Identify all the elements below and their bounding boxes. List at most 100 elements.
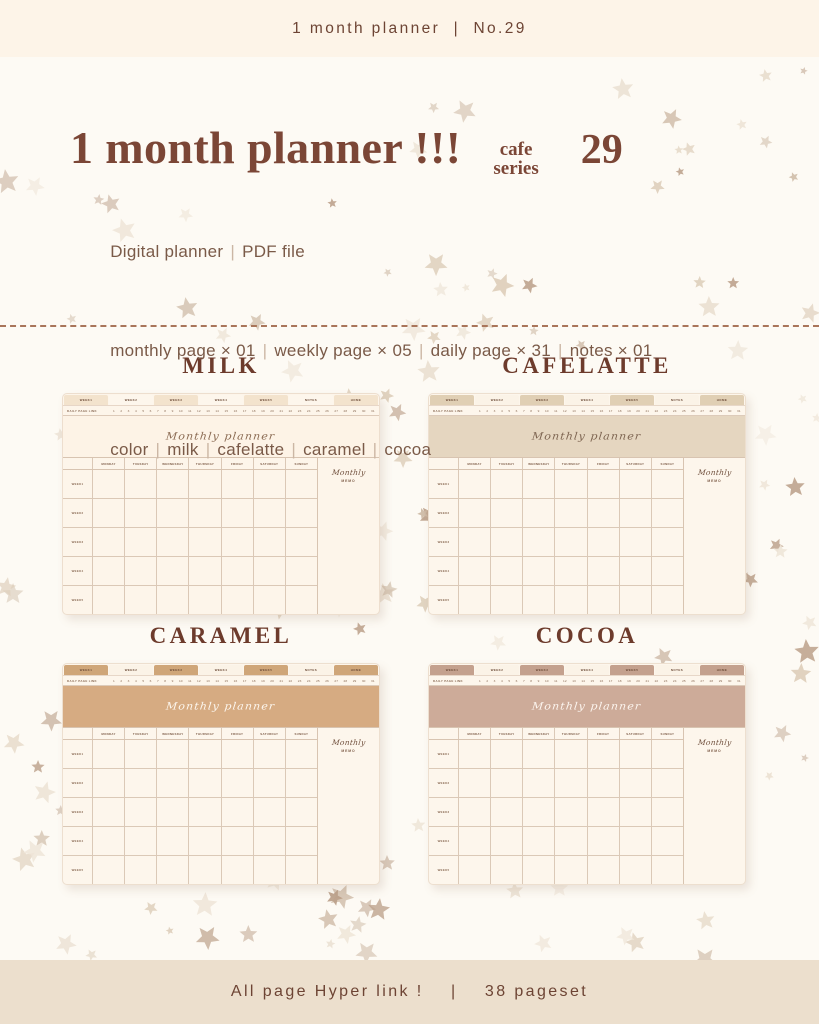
calendar-day-cell[interactable] (523, 856, 556, 884)
planner-tab-week5[interactable]: WEEK5 (610, 665, 654, 675)
calendar-day-cell[interactable] (222, 769, 254, 797)
calendar-day-cell[interactable] (652, 557, 683, 585)
calendar-day-cell[interactable] (652, 856, 683, 884)
calendar-day-cell[interactable] (93, 769, 126, 797)
calendar-day-cell[interactable] (555, 557, 588, 585)
calendar-day-cell[interactable] (189, 557, 222, 585)
calendar-day-cell[interactable] (125, 856, 158, 884)
calendar-day-cell[interactable] (588, 586, 620, 614)
calendar-day-cell[interactable] (222, 557, 254, 585)
planner-tab-home[interactable]: HOME (700, 665, 744, 675)
calendar-day-cell[interactable] (157, 769, 190, 797)
planner-tab-notes[interactable]: NOTES (289, 665, 333, 675)
week-label[interactable]: WEEK2 (63, 499, 93, 527)
calendar-day-cell[interactable] (93, 856, 126, 884)
calendar-day-cell[interactable] (222, 586, 254, 614)
calendar-day-cell[interactable] (189, 740, 222, 768)
daily-link-number[interactable]: 27 (334, 679, 338, 683)
planner-tab-week2[interactable]: WEEK2 (475, 665, 519, 675)
calendar-day-cell[interactable] (652, 769, 683, 797)
planner-card[interactable]: WEEK1 WEEK2 WEEK3 WEEK4 WEEK5 NOTES HOME DAILY … (62, 663, 380, 885)
calendar-day-cell[interactable] (222, 798, 254, 826)
calendar-day-cell[interactable] (491, 856, 524, 884)
calendar-day-cell[interactable] (125, 586, 158, 614)
calendar-day-cell[interactable] (157, 740, 190, 768)
calendar-day-cell[interactable] (491, 557, 524, 585)
calendar-day-cell[interactable] (620, 528, 652, 556)
calendar-day-cell[interactable] (620, 740, 652, 768)
calendar-day-cell[interactable] (157, 499, 190, 527)
calendar-day-cell[interactable] (652, 798, 683, 826)
calendar-day-cell[interactable] (459, 499, 492, 527)
calendar-day-cell[interactable] (523, 528, 556, 556)
monthly-memo-panel[interactable]: Monthly MEMO (683, 728, 745, 884)
daily-link-number[interactable]: 5 (508, 679, 510, 683)
daily-link-number[interactable]: 18 (252, 679, 256, 683)
calendar-day-cell[interactable] (189, 856, 222, 884)
calendar-day-cell[interactable] (588, 798, 620, 826)
calendar-day-cell[interactable] (652, 740, 683, 768)
calendar-day-cell[interactable] (491, 586, 524, 614)
week-label[interactable]: WEEK5 (63, 586, 93, 614)
calendar-day-cell[interactable] (588, 740, 620, 768)
daily-link-number[interactable]: 7 (523, 679, 525, 683)
daily-link-number[interactable]: 22 (655, 679, 659, 683)
daily-link-number[interactable]: 21 (279, 679, 283, 683)
week-label[interactable]: WEEK3 (63, 528, 93, 556)
calendar-day-cell[interactable] (93, 586, 126, 614)
calendar-day-cell[interactable] (286, 740, 317, 768)
calendar-day-cell[interactable] (189, 769, 222, 797)
daily-link-number[interactable]: 14 (215, 679, 219, 683)
calendar-day-cell[interactable] (222, 528, 254, 556)
daily-link-number[interactable]: 28 (344, 679, 348, 683)
calendar-day-cell[interactable] (222, 499, 254, 527)
calendar-day-cell[interactable] (286, 769, 317, 797)
week-label[interactable]: WEEK1 (63, 740, 93, 768)
calendar-day-cell[interactable] (523, 827, 556, 855)
daily-link-number[interactable]: 19 (627, 679, 631, 683)
calendar-day-cell[interactable] (459, 769, 492, 797)
calendar-day-cell[interactable] (254, 557, 286, 585)
calendar-day-cell[interactable] (157, 856, 190, 884)
calendar-day-cell[interactable] (157, 528, 190, 556)
calendar-day-cell[interactable] (254, 827, 286, 855)
daily-link-number[interactable]: 24 (307, 679, 311, 683)
calendar-day-cell[interactable] (523, 499, 556, 527)
calendar-day-cell[interactable] (620, 827, 652, 855)
daily-link-number[interactable]: 4 (501, 679, 503, 683)
daily-link-number[interactable]: 1 (479, 679, 481, 683)
calendar-day-cell[interactable] (620, 769, 652, 797)
calendar-day-cell[interactable] (254, 528, 286, 556)
daily-link-number[interactable]: 28 (710, 679, 714, 683)
calendar-day-cell[interactable] (555, 798, 588, 826)
daily-link-number[interactable]: 6 (150, 679, 152, 683)
daily-link-number[interactable]: 16 (234, 679, 238, 683)
calendar-day-cell[interactable] (491, 827, 524, 855)
daily-link-number[interactable]: 30 (362, 679, 366, 683)
calendar-day-cell[interactable] (459, 740, 492, 768)
daily-link-number[interactable]: 3 (128, 679, 130, 683)
calendar-day-cell[interactable] (620, 499, 652, 527)
daily-link-number[interactable]: 4 (135, 679, 137, 683)
calendar-day-cell[interactable] (652, 586, 683, 614)
planner-tab-week4[interactable]: WEEK4 (565, 665, 609, 675)
calendar-day-cell[interactable] (93, 528, 126, 556)
calendar-day-cell[interactable] (254, 740, 286, 768)
daily-link-number[interactable]: 9 (538, 679, 540, 683)
calendar-day-cell[interactable] (620, 586, 652, 614)
daily-link-number[interactable]: 20 (636, 679, 640, 683)
daily-link-number[interactable]: 29 (719, 679, 723, 683)
calendar-day-cell[interactable] (588, 769, 620, 797)
daily-link-number[interactable]: 19 (261, 679, 265, 683)
calendar-day-cell[interactable] (555, 586, 588, 614)
daily-link-number[interactable]: 21 (645, 679, 649, 683)
daily-link-number[interactable]: 3 (494, 679, 496, 683)
daily-link-number[interactable]: 30 (728, 679, 732, 683)
planner-tab-week5[interactable]: WEEK5 (244, 665, 288, 675)
daily-link-number[interactable]: 5 (142, 679, 144, 683)
week-label[interactable]: WEEK3 (63, 798, 93, 826)
planner-tab-week3[interactable]: WEEK3 (520, 665, 564, 675)
week-label[interactable]: WEEK3 (429, 798, 459, 826)
daily-link-number[interactable]: 24 (673, 679, 677, 683)
daily-link-number[interactable]: 8 (164, 679, 166, 683)
